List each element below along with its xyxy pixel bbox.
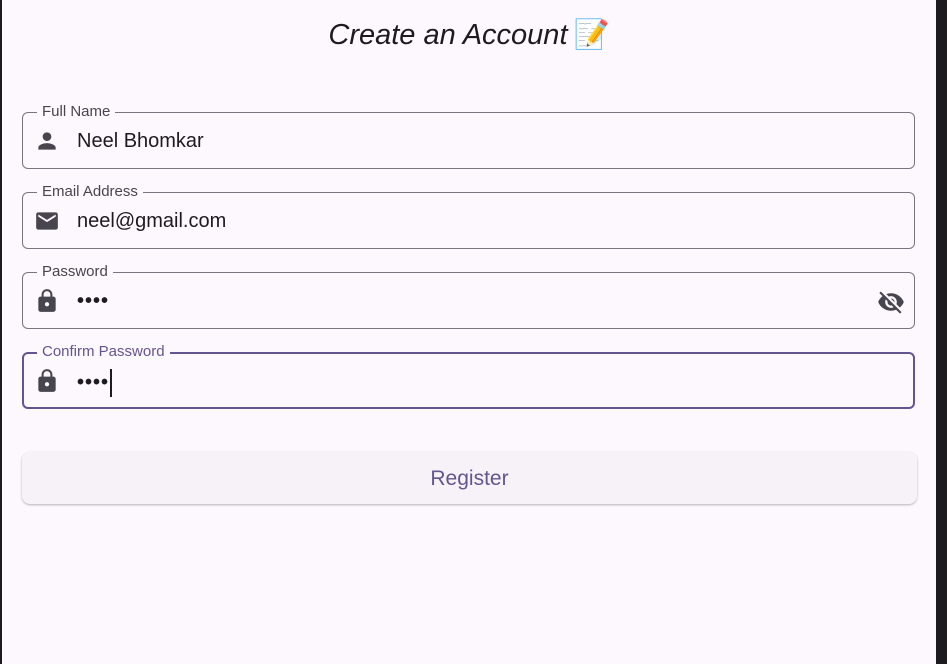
full-name-label: Full Name [37, 103, 116, 121]
full-name-field[interactable]: Full Name Neel Bhomkar [22, 103, 915, 169]
full-name-input[interactable]: Neel Bhomkar [77, 129, 204, 153]
confirm-password-field[interactable]: Confirm Password •••• [22, 343, 915, 409]
lock-icon [38, 289, 56, 312]
eye-off-icon[interactable] [877, 288, 905, 316]
mail-icon [36, 212, 58, 230]
confirm-password-input[interactable]: •••• [77, 369, 113, 397]
email-field[interactable]: Email Address neel@gmail.com [22, 183, 915, 249]
password-field[interactable]: Password •••• [22, 263, 915, 329]
memo-emoji-icon: 📝 [573, 19, 610, 51]
register-button[interactable]: Register [22, 452, 917, 504]
page-title-text: Create an Account [328, 19, 568, 51]
confirm-password-label: Confirm Password [37, 343, 170, 361]
person-icon [38, 132, 56, 150]
text-cursor [110, 369, 113, 397]
password-input[interactable]: •••• [77, 289, 109, 313]
lock-icon [38, 369, 56, 392]
app-window: Create an Account 📝 Full Name Neel Bhomka… [2, 0, 936, 664]
confirm-password-value: •••• [77, 371, 110, 394]
password-label: Password [37, 263, 113, 281]
email-label: Email Address [37, 183, 143, 201]
email-input[interactable]: neel@gmail.com [77, 209, 226, 233]
page-title: Create an Account 📝 [2, 18, 936, 52]
